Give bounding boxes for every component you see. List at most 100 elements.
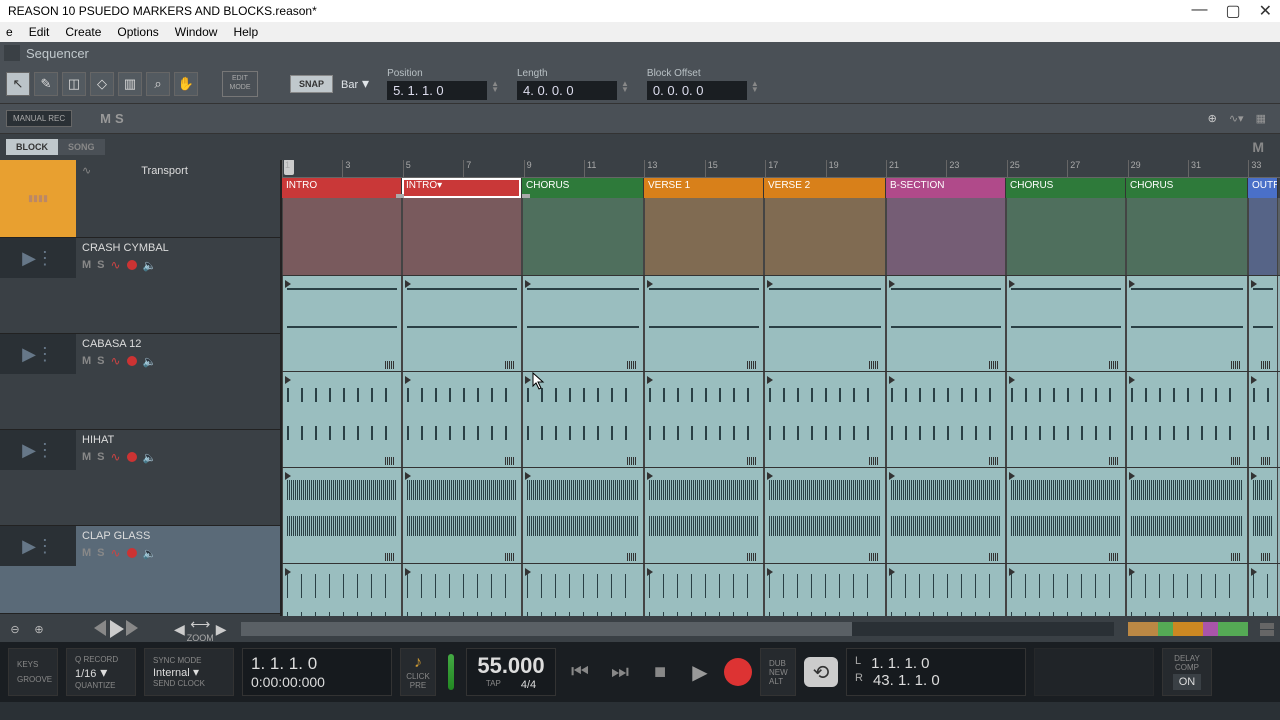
loop-button[interactable]: ⟲ xyxy=(804,657,838,687)
dub-label[interactable]: DUB xyxy=(769,659,787,668)
blocks-row[interactable]: INTROINTRO▾CHORUSVERSE 1VERSE 2B-SECTION… xyxy=(282,178,1280,198)
clip-segment[interactable] xyxy=(1248,564,1278,616)
menu-file[interactable]: e xyxy=(6,25,13,39)
track-rec-arm[interactable] xyxy=(127,356,137,366)
arrow-tool[interactable]: ↖ xyxy=(6,72,30,96)
arrangement-block[interactable]: VERSE 1 xyxy=(644,178,764,198)
magnify-tool[interactable]: ⌕ xyxy=(146,72,170,96)
track-auto-icon[interactable]: ∿ xyxy=(111,354,121,368)
song-mode-button[interactable]: SONG xyxy=(58,139,105,155)
arrangement-block[interactable]: CHORUS xyxy=(1126,178,1248,198)
track-solo[interactable]: S xyxy=(97,259,104,271)
clip-segment[interactable] xyxy=(1006,276,1126,371)
clip-segment[interactable] xyxy=(886,468,1006,563)
keys-label[interactable]: KEYS xyxy=(17,660,49,669)
stop-button[interactable]: ■ xyxy=(644,656,676,688)
forward-button[interactable]: ⏭ xyxy=(604,656,636,688)
arrangement-block[interactable]: VERSE 2 xyxy=(764,178,886,198)
track-solo[interactable]: S xyxy=(97,547,104,559)
add-track-button[interactable]: ⊕ xyxy=(1208,112,1217,125)
track-monitor-icon[interactable]: 🔈 xyxy=(143,451,157,464)
quantize-value[interactable]: 1/16 ▾ xyxy=(75,664,127,681)
menu-help[interactable]: Help xyxy=(233,25,258,39)
clip-segment[interactable] xyxy=(764,372,886,467)
pencil-tool[interactable]: ✎ xyxy=(34,72,58,96)
zoom-left-icon[interactable]: ◀ xyxy=(174,621,185,638)
transport-time[interactable]: 0:00:00:000 xyxy=(251,674,383,690)
groove-label[interactable]: GROOVE xyxy=(17,675,49,684)
clip-segment[interactable] xyxy=(644,372,764,467)
clip-segment[interactable] xyxy=(886,564,1006,616)
transport-position[interactable]: 1. 1. 1. 0 xyxy=(251,654,383,674)
track-mute[interactable]: M xyxy=(82,547,91,559)
clip-segment[interactable] xyxy=(1248,468,1278,563)
menu-options[interactable]: Options xyxy=(117,25,158,39)
new-label[interactable]: NEW xyxy=(769,668,787,677)
clip-segment[interactable] xyxy=(886,276,1006,371)
arrangement-block[interactable]: CHORUS xyxy=(1006,178,1126,198)
alt-label[interactable]: ALT xyxy=(769,677,787,686)
clip-segment[interactable] xyxy=(644,198,764,275)
hand-tool[interactable]: ✋ xyxy=(174,72,198,96)
clip-segment[interactable] xyxy=(1248,198,1278,275)
pre-label[interactable]: PRE xyxy=(410,681,426,690)
v-zoom[interactable] xyxy=(1260,623,1274,636)
track-mute[interactable]: M xyxy=(82,451,91,463)
clip-segment[interactable] xyxy=(1248,372,1278,467)
arrangement-block[interactable]: OUTRO xyxy=(1248,178,1278,198)
clip-segment[interactable] xyxy=(886,198,1006,275)
edit-mode-button[interactable]: EDIT MODE xyxy=(222,71,258,97)
clip-segment[interactable] xyxy=(764,564,886,616)
clip-segment[interactable] xyxy=(402,372,522,467)
sync-value[interactable]: Internal ▾ xyxy=(153,665,225,679)
record-button[interactable] xyxy=(724,658,752,686)
length-value[interactable]: 4. 0. 0. 0 xyxy=(517,81,617,100)
track-header[interactable]: ▮▮▮▮∿Transport xyxy=(0,160,280,238)
track-rec-arm[interactable] xyxy=(127,452,137,462)
track-lane[interactable] xyxy=(282,198,1280,276)
clip-segment[interactable] xyxy=(1006,468,1126,563)
track-lane[interactable] xyxy=(282,372,1280,468)
click-icon[interactable]: ♪ xyxy=(414,654,422,672)
snap-button[interactable]: SNAP xyxy=(290,75,333,93)
track-monitor-icon[interactable]: 🔈 xyxy=(143,355,157,368)
delay-comp-on[interactable]: ON xyxy=(1173,674,1202,690)
rewind-button[interactable]: ⏮ xyxy=(564,656,596,688)
razor-tool[interactable]: ◇ xyxy=(90,72,114,96)
time-signature[interactable]: 4/4 xyxy=(521,679,536,691)
minimap[interactable] xyxy=(1128,622,1248,636)
nav-next-icon[interactable] xyxy=(126,620,138,636)
clip-segment[interactable] xyxy=(1248,276,1278,371)
clip-segment[interactable] xyxy=(1126,564,1248,616)
horizontal-scrollbar[interactable] xyxy=(241,622,1114,636)
clip-segment[interactable] xyxy=(644,276,764,371)
zoom-out-button[interactable]: ⊖ xyxy=(6,620,24,638)
clip-segment[interactable] xyxy=(644,468,764,563)
track-monitor-icon[interactable]: 🔈 xyxy=(143,259,157,272)
arrangement-block[interactable]: INTRO▾ xyxy=(402,178,522,198)
clip-segment[interactable] xyxy=(402,198,522,275)
tempo-value[interactable]: 55.000 xyxy=(477,653,544,679)
track-auto-icon[interactable]: ∿ xyxy=(111,258,121,272)
clip-segment[interactable] xyxy=(282,564,402,616)
maximize-button[interactable]: ▢ xyxy=(1225,1,1240,21)
clip-segment[interactable] xyxy=(522,468,644,563)
play-button[interactable]: ▶ xyxy=(684,656,716,688)
clip-segment[interactable] xyxy=(522,564,644,616)
menu-edit[interactable]: Edit xyxy=(29,25,50,39)
menu-create[interactable]: Create xyxy=(65,25,101,39)
track-rec-arm[interactable] xyxy=(127,260,137,270)
mute-all-button[interactable]: M xyxy=(100,111,111,126)
zoom-right-icon[interactable]: ▶ xyxy=(216,621,227,638)
track-auto-icon[interactable]: ∿ xyxy=(111,546,121,560)
clip-segment[interactable] xyxy=(402,276,522,371)
solo-all-button[interactable]: S xyxy=(115,111,124,126)
track-solo[interactable]: S xyxy=(97,355,104,367)
eraser-tool[interactable]: ◫ xyxy=(62,72,86,96)
clip-segment[interactable] xyxy=(282,372,402,467)
nav-play-icon[interactable] xyxy=(110,620,124,638)
track-lane[interactable] xyxy=(282,564,1280,616)
track-lane[interactable] xyxy=(282,468,1280,564)
nav-prev-icon[interactable] xyxy=(94,620,106,636)
track-mute[interactable]: M xyxy=(82,355,91,367)
